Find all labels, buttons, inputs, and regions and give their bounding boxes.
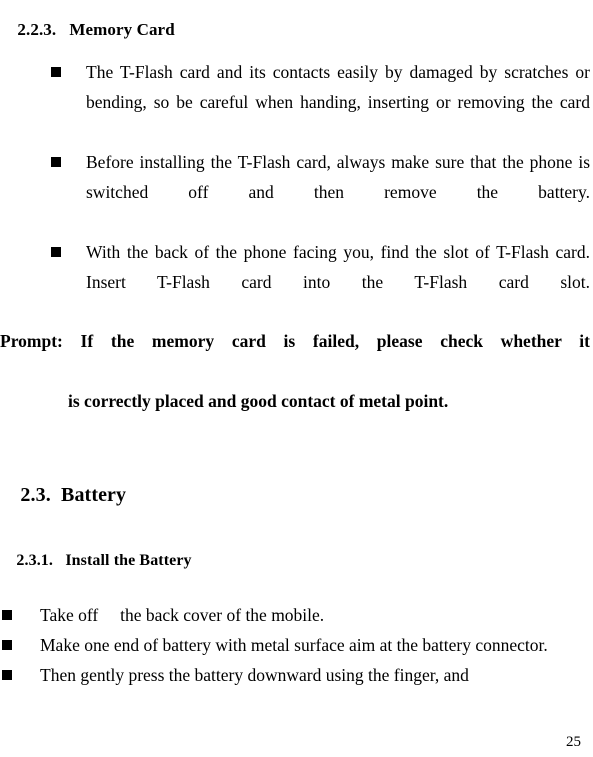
prompt-note-line-1: Prompt: If the memory card is failed, pl… (0, 331, 590, 351)
list-item: Take off the back cover of the mobile. (0, 600, 590, 630)
heading-spacer (56, 20, 69, 39)
document-page: 2.2.3. Memory Card The T-Flash card and … (0, 0, 593, 757)
install-battery-bullet-list: Take off the back cover of the mobile. M… (0, 600, 590, 690)
heading-battery: 2.3. Battery (0, 459, 126, 531)
bullet-square-icon (51, 157, 61, 167)
list-item: Make one end of battery with metal surfa… (0, 630, 590, 660)
bullet-square-icon (2, 610, 12, 620)
list-item-text: Then gently press the battery downward u… (40, 665, 469, 685)
prompt-note: Prompt: If the memory card is failed, pl… (0, 326, 590, 416)
bullet-square-icon (2, 670, 12, 680)
page-number: 25 (566, 734, 581, 750)
heading-battery-number: 2.3. (20, 484, 51, 506)
bullet-square-icon (51, 247, 61, 257)
list-item: With the back of the phone facing you, f… (44, 237, 590, 327)
heading-memory-card-title: Memory Card (69, 20, 175, 39)
list-item-text: Take off the back cover of the mobile. (40, 605, 325, 625)
heading-install-battery-title: Install the Battery (65, 552, 192, 569)
list-item-text: Make one end of battery with metal surfa… (40, 635, 548, 655)
heading-battery-title: Battery (61, 484, 127, 506)
heading-spacer (53, 552, 65, 569)
list-item: Then gently press the battery downward u… (0, 660, 590, 690)
heading-memory-card-number: 2.2.3. (17, 20, 57, 39)
bullet-square-icon (51, 67, 61, 77)
list-item-text: Before installing the T-Flash card, alwa… (86, 152, 590, 202)
list-item: The T-Flash card and its contacts easily… (44, 57, 590, 147)
heading-install-battery-number: 2.3.1. (16, 552, 54, 569)
list-item-text: The T-Flash card and its contacts easily… (86, 62, 590, 112)
list-item-text: With the back of the phone facing you, f… (86, 242, 590, 292)
bullet-square-icon (2, 640, 12, 650)
prompt-note-line-2: is correctly placed and good contact of … (68, 391, 449, 411)
heading-spacer (51, 484, 61, 506)
heading-install-battery: 2.3.1. Install the Battery (0, 531, 192, 591)
heading-memory-card: 2.2.3. Memory Card (0, 0, 175, 60)
list-item: Before installing the T-Flash card, alwa… (44, 147, 590, 237)
memory-card-bullet-list: The T-Flash card and its contacts easily… (44, 57, 590, 327)
